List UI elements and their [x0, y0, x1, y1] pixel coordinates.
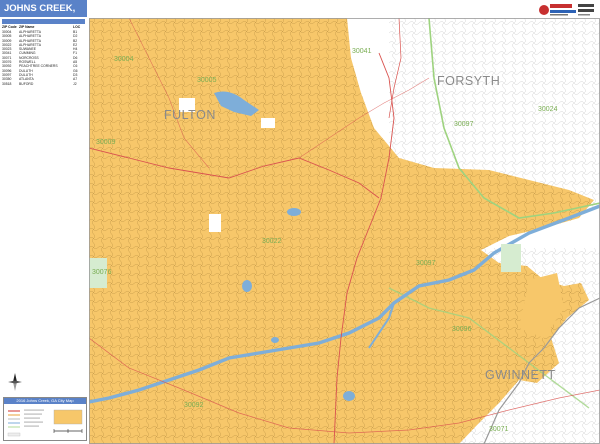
zip-label-30005: 30005 — [197, 77, 217, 84]
zip-table: 30004 ALPHARETTA B1 30005 ALPHARETTA D2 3000… — [2, 30, 85, 86]
zip-label-30097-north: 30097 — [454, 121, 474, 128]
legend-title: 2016 Johns Creek, GA City Map — [4, 398, 86, 404]
map-poster: JOHNS CREEK, GA ZIP Code ZIP Name LOC 30… — [0, 0, 600, 444]
col-loc: LOC — [73, 25, 81, 29]
col-zip-name: ZIP Name — [19, 25, 35, 29]
lake — [271, 337, 279, 343]
table-row: 30518 BUFORD J2 — [2, 81, 77, 86]
zip-label-30041: 30041 — [352, 48, 372, 55]
park — [209, 214, 221, 232]
zip-label-30092: 30092 — [184, 402, 204, 409]
park — [501, 244, 521, 272]
map-title: JOHNS CREEK, GA — [0, 0, 87, 31]
lake — [242, 280, 252, 292]
zip-label-30009: 30009 — [96, 139, 116, 146]
north-arrow-icon — [8, 373, 22, 391]
publisher-logo — [538, 1, 596, 19]
zip-label-30097: 30097 — [416, 260, 436, 267]
zip-label-30004: 30004 — [114, 56, 134, 63]
zip-panel-header — [2, 19, 85, 24]
lake — [287, 208, 301, 216]
zip-label-30076: 30076 — [92, 269, 112, 276]
county-label-gwinnett: GWINNETT — [485, 368, 556, 382]
zip-label-30071: 30071 — [489, 426, 509, 433]
park — [261, 118, 275, 128]
county-label-fulton: FULTON — [164, 108, 216, 122]
zip-label-30022: 30022 — [262, 238, 282, 245]
legend-symbols — [7, 409, 83, 437]
lake — [343, 391, 355, 401]
col-zip-code: ZIP Code — [2, 25, 17, 29]
city-map[interactable]: FULTON FORSYTH GWINNETT 30004 30005 3000… — [89, 18, 600, 444]
map-legend: 2016 Johns Creek, GA City Map — [3, 397, 87, 441]
zip-label-30096: 30096 — [452, 326, 472, 333]
zip-label-30024: 30024 — [538, 106, 558, 113]
county-label-forsyth: FORSYTH — [437, 74, 501, 88]
